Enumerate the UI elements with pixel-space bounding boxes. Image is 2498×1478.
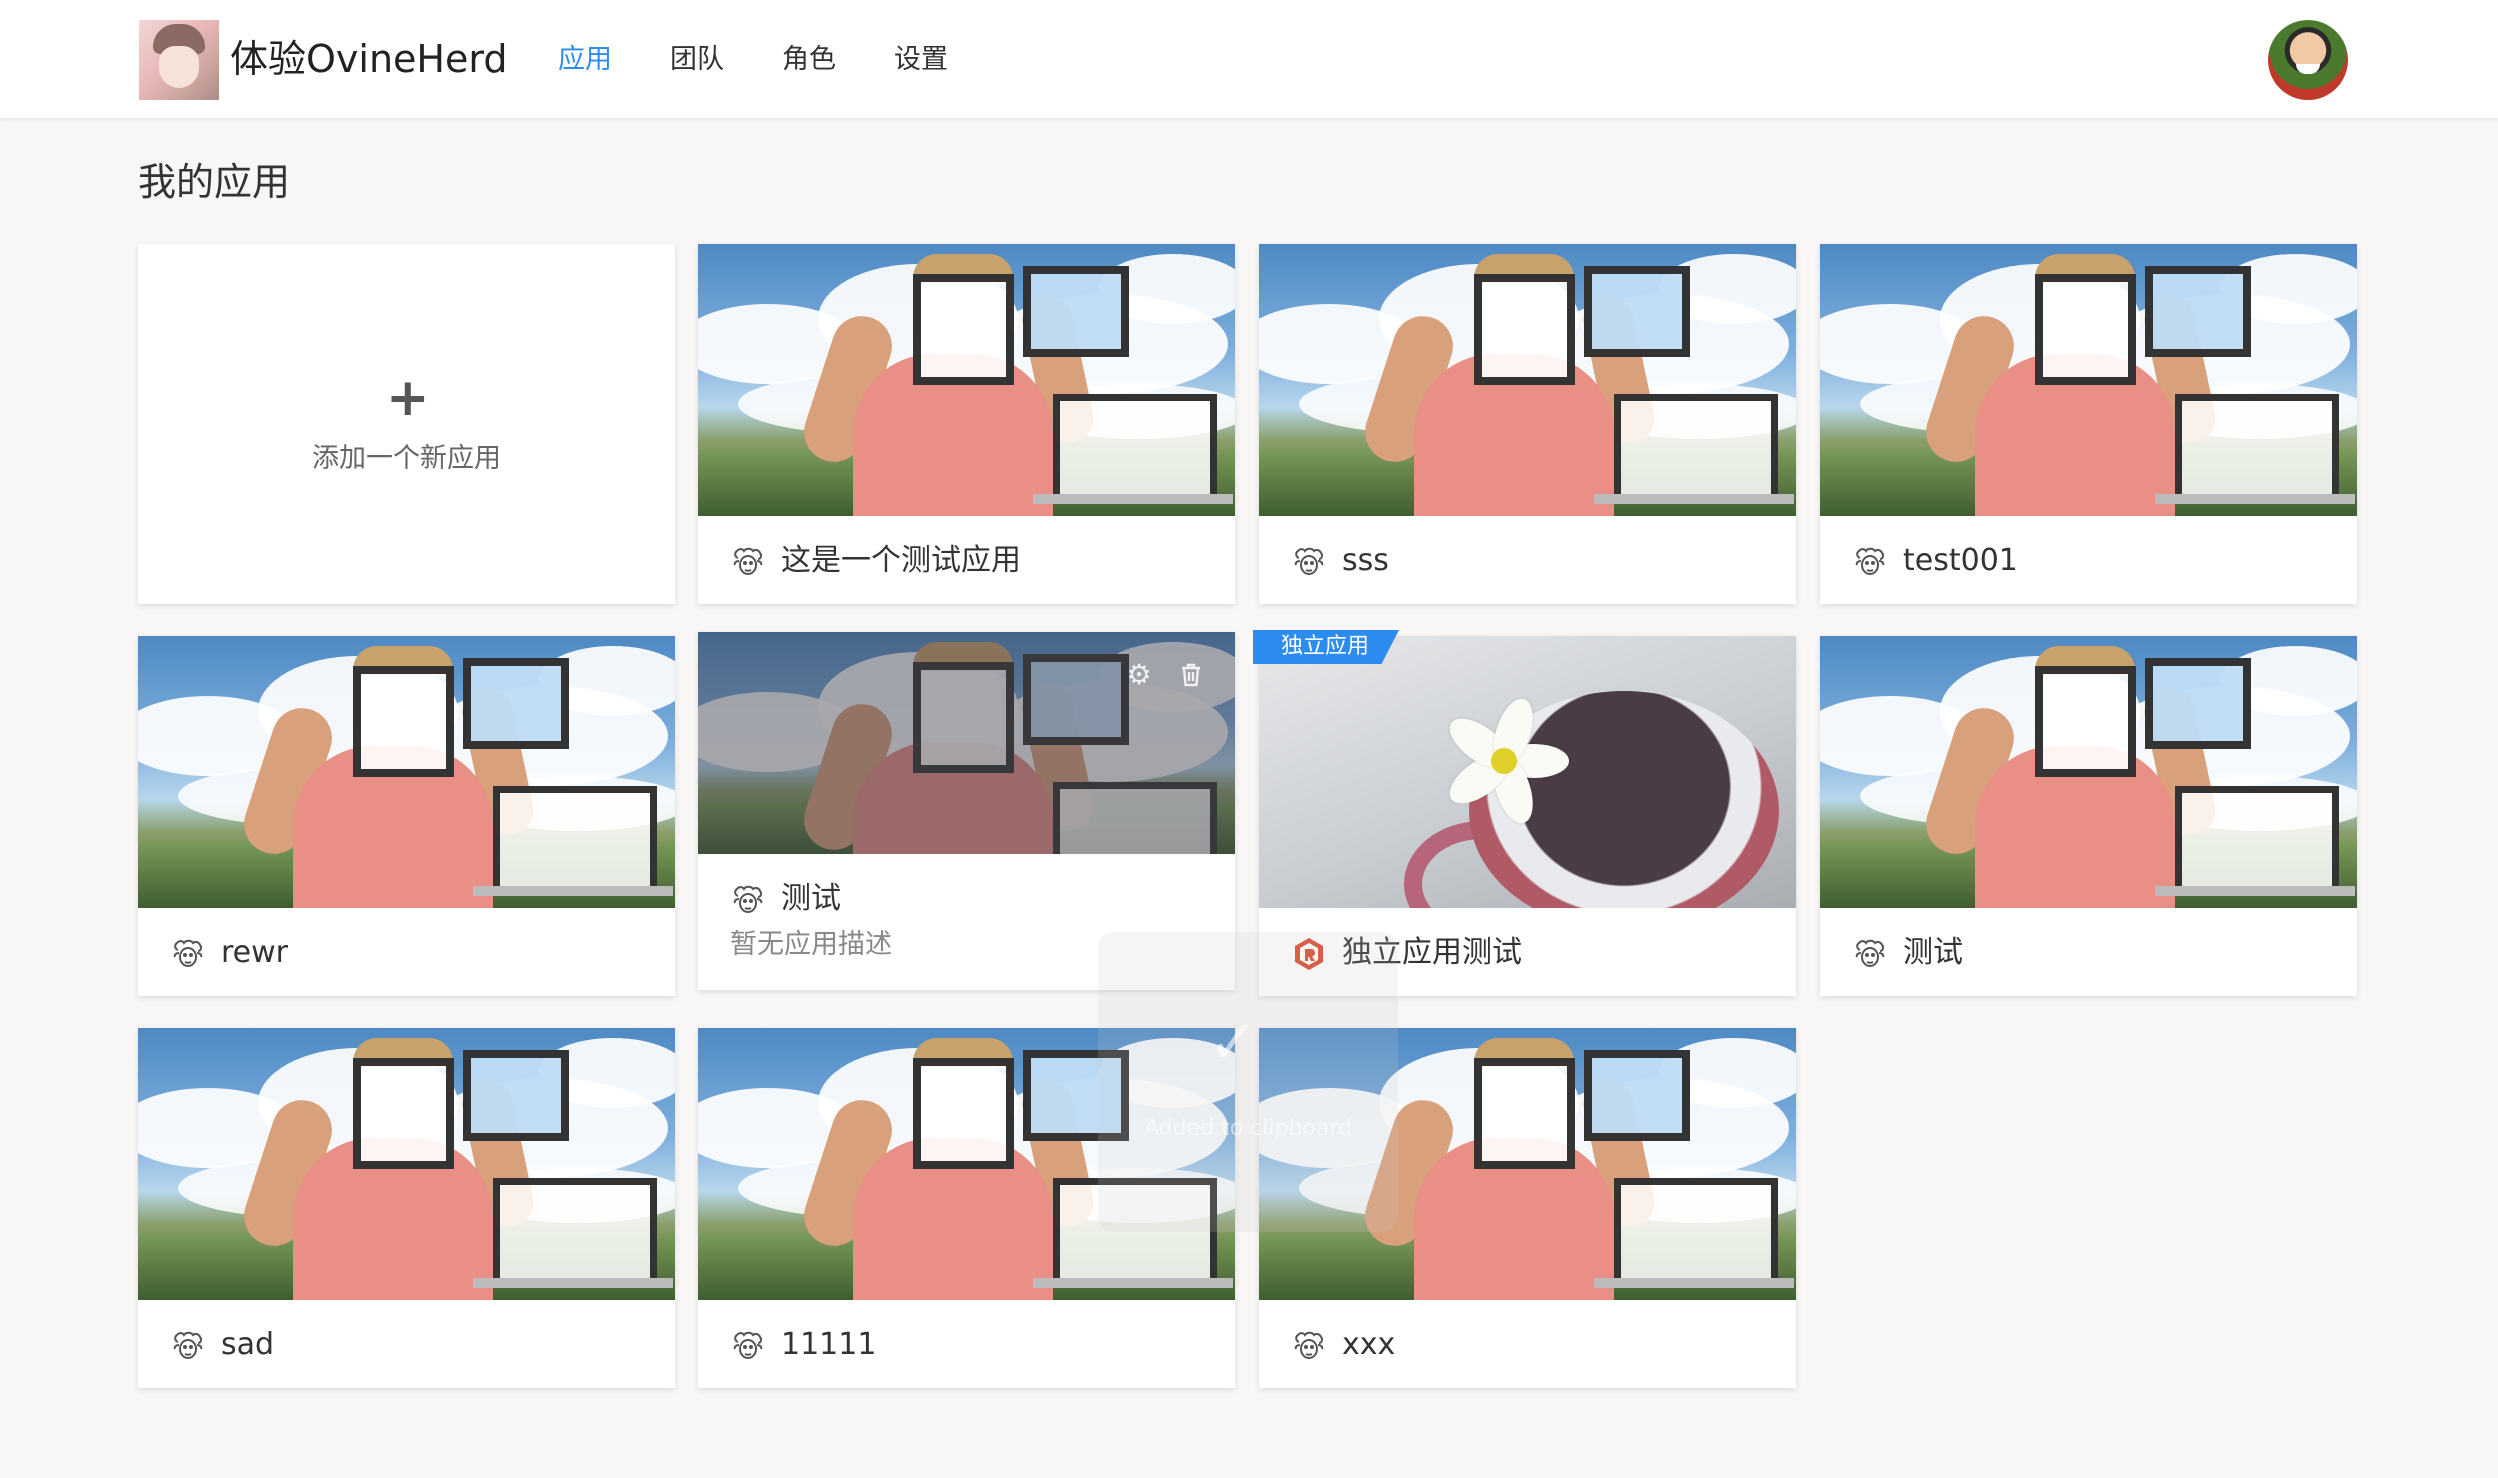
app-description: 暂无应用描述 (730, 929, 892, 960)
app-cover-image (138, 636, 675, 908)
add-app-card[interactable]: + 添加一个新应用 (138, 244, 675, 604)
app-name: 11111 (781, 1327, 877, 1362)
sheep-icon (1855, 939, 1885, 967)
sheep-icon (1294, 547, 1324, 575)
app-cover-image (698, 244, 1235, 516)
app-card[interactable]: sss (1259, 244, 1796, 604)
app-name: 这是一个测试应用 (781, 543, 1021, 578)
app-card[interactable]: test001 (1820, 244, 2357, 604)
app-name: 测试 (1903, 935, 1963, 970)
app-card[interactable]: 测试 (1820, 636, 2357, 996)
app-card[interactable]: rewr (138, 636, 675, 996)
nav-item-settings[interactable]: 设置 (894, 40, 948, 80)
nav-item-apps[interactable]: 应用 (558, 40, 612, 80)
sheep-icon (173, 939, 203, 967)
sheep-icon (733, 885, 763, 913)
standalone-badge: 独立应用 (1253, 630, 1400, 664)
app-cover-image (1820, 636, 2357, 908)
user-avatar[interactable] (2268, 20, 2348, 100)
app-name: rewr (221, 935, 289, 970)
app-name: sad (221, 1327, 275, 1362)
sheep-icon (1855, 547, 1885, 575)
add-app-label: 添加一个新应用 (312, 443, 501, 474)
app-name: sss (1342, 543, 1389, 578)
toast-text: Added to clipboard (1144, 1116, 1352, 1141)
app-cover-image (138, 1028, 675, 1300)
nav-item-team[interactable]: 团队 (670, 40, 724, 80)
plus-icon: + (386, 368, 430, 428)
app-name: 测试 (781, 881, 841, 916)
gear-icon[interactable]: ⚙ (1124, 660, 1154, 690)
app-cover-image (1259, 636, 1796, 908)
trash-icon[interactable] (1176, 660, 1206, 690)
app-card[interactable]: 这是一个测试应用 (698, 244, 1235, 604)
main-nav: 应用 团队 角色 设置 (558, 40, 1006, 80)
sheep-icon (173, 1331, 203, 1359)
app-cover-image (1820, 244, 2357, 516)
app-logo[interactable] (139, 20, 219, 100)
top-navbar: 体验OvineHerd 应用 团队 角色 设置 (0, 0, 2498, 118)
app-cover-image (1259, 244, 1796, 516)
clipboard-toast: ✓ Added to clipboard (1098, 932, 1398, 1232)
sheep-icon (1294, 1331, 1324, 1359)
nav-item-roles[interactable]: 角色 (782, 40, 836, 80)
app-card[interactable]: sad (138, 1028, 675, 1388)
check-icon: ✓ (1208, 1008, 1259, 1078)
brand-title[interactable]: 体验OvineHerd (230, 32, 507, 86)
page-title: 我的应用 (138, 160, 291, 204)
app-name: test001 (1903, 543, 2018, 578)
app-cover-image: ⚙ (698, 632, 1235, 854)
sheep-icon (733, 1331, 763, 1359)
sheep-icon (733, 547, 763, 575)
app-name: xxx (1342, 1327, 1396, 1362)
